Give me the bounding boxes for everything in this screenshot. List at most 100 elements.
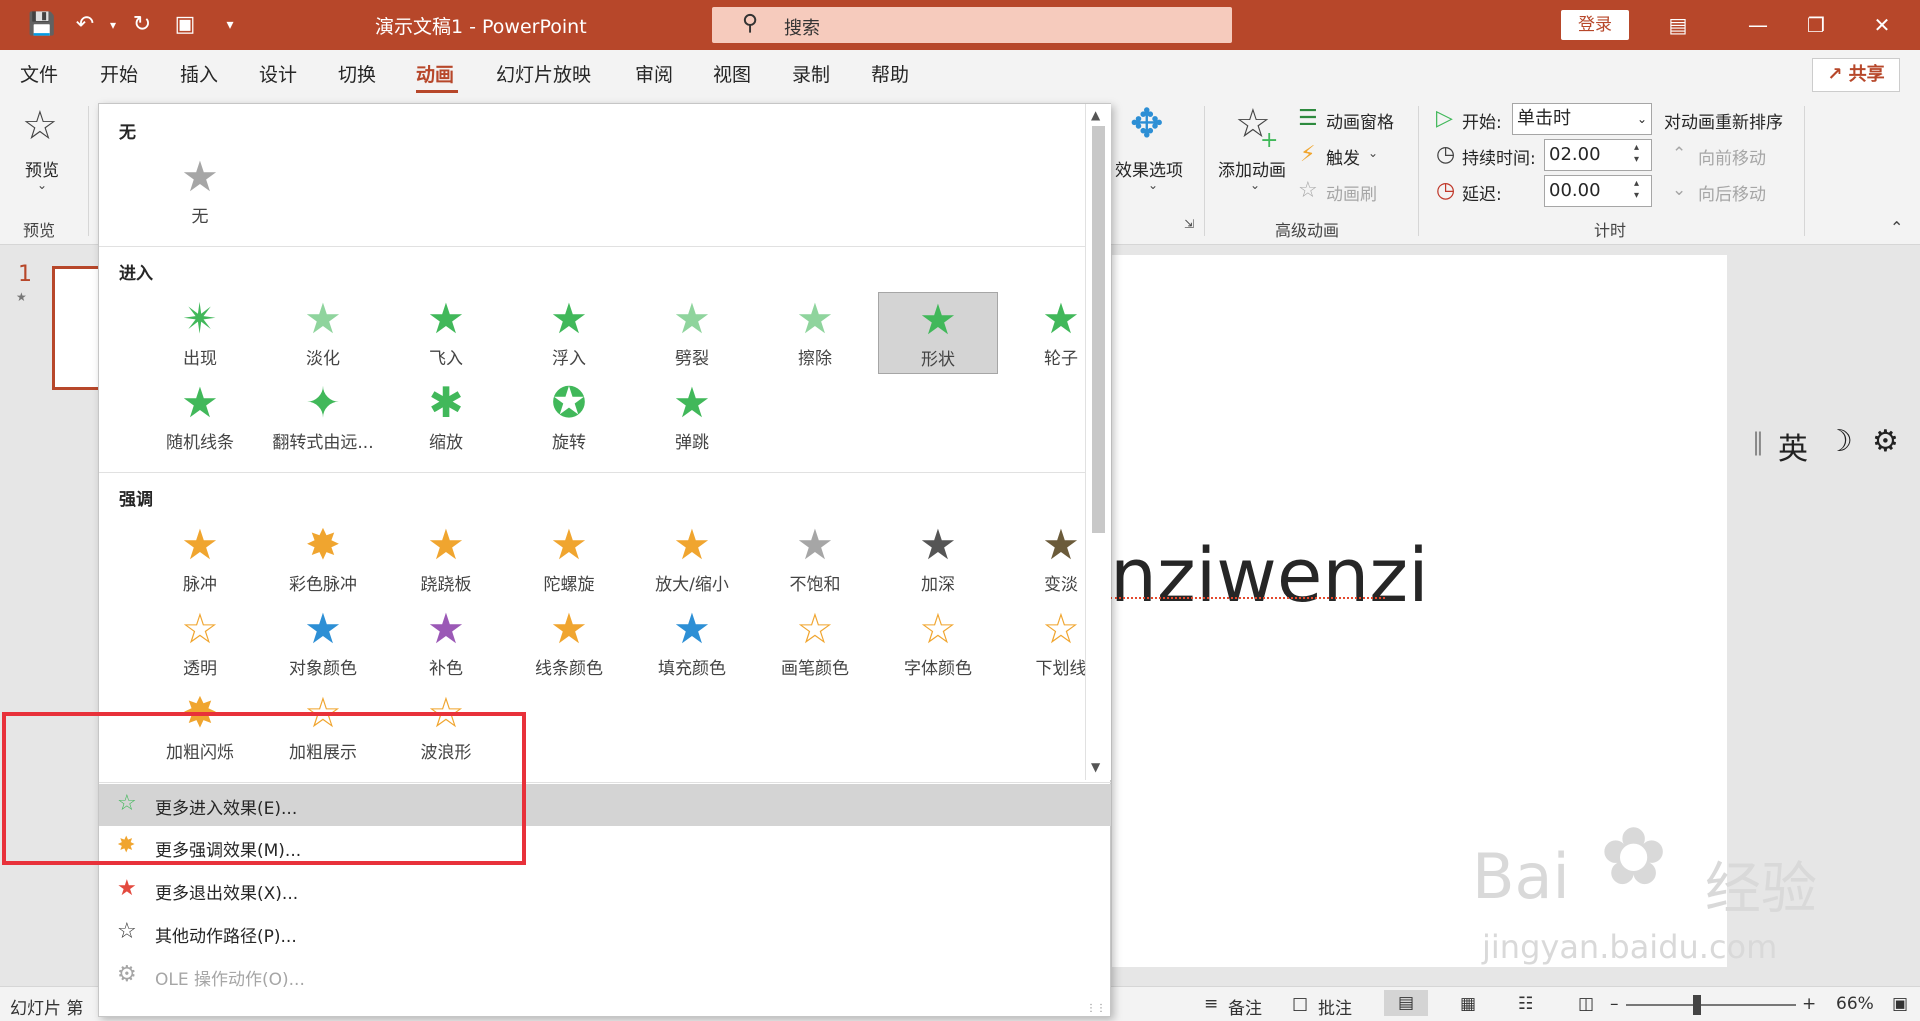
ime-handle[interactable]: ‖ [1752, 428, 1764, 456]
effect-options-icon[interactable]: ✥ [1130, 104, 1164, 144]
redo-icon[interactable]: ↻ [127, 10, 157, 40]
emphasis-effect-item[interactable]: ★ 线条颜色 [509, 602, 629, 684]
paw-icon: ✿ [1600, 810, 1668, 903]
entrance-effect-item[interactable]: ★ 形状 [878, 292, 998, 374]
entrance-effect-item[interactable]: ★ 飞入 [386, 292, 506, 374]
dialog-launcher-icon[interactable]: ⇲ [1184, 217, 1194, 231]
trigger-dropdown-icon[interactable]: ⌄ [1368, 146, 1378, 160]
entrance-effect-item[interactable]: ✪ 旋转 [509, 376, 629, 458]
effect-options-dropdown-icon[interactable]: ⌄ [1148, 178, 1158, 192]
ribbon-display-icon[interactable]: ▤ [1658, 8, 1698, 42]
tab-help[interactable]: 帮助 [871, 60, 909, 87]
effect-label: 补色 [429, 659, 463, 679]
sorter-view-icon[interactable]: ▦ [1460, 994, 1476, 1014]
emphasis-effect-item[interactable]: ☆ 字体颜色 [878, 602, 998, 684]
more-motion-paths[interactable]: ☆ 其他动作路径(P)... [99, 912, 1111, 954]
start-dropdown-icon[interactable]: ⌄ [1637, 104, 1647, 134]
fit-slide-icon[interactable]: ▣ [1892, 994, 1908, 1014]
emphasis-effect-item[interactable]: ★ 脉冲 [140, 518, 260, 600]
effect-none[interactable]: ★ 无 [140, 150, 260, 232]
duration-label: 持续时间: [1462, 149, 1536, 169]
star-icon: ★ [427, 520, 465, 569]
reading-view-icon[interactable]: ☷ [1518, 994, 1533, 1014]
more-exit-effects[interactable]: ★ 更多退出效果(X)... [99, 869, 1111, 911]
entrance-effect-item[interactable]: ★ 擦除 [755, 292, 875, 374]
emphasis-effect-item[interactable]: ★ 不饱和 [755, 518, 875, 600]
minimize-icon[interactable]: — [1738, 8, 1778, 42]
scroll-thumb[interactable] [1092, 126, 1105, 533]
star-icon: ✦ [305, 378, 341, 427]
emphasis-effect-item[interactable]: ★ 加深 [878, 518, 998, 600]
trigger-label[interactable]: 触发 [1326, 144, 1360, 169]
star-icon: ★ [919, 295, 957, 344]
entrance-effect-item[interactable]: ★ 淡化 [263, 292, 383, 374]
tab-insert[interactable]: 插入 [180, 60, 218, 87]
entrance-effect-item[interactable]: ★ 弹跳 [632, 376, 752, 458]
notes-icon[interactable]: ≡ [1204, 994, 1218, 1014]
search-box[interactable]: ⚲ 搜索 [712, 7, 1232, 43]
entrance-effect-item[interactable]: ✦ 翻转式由远... [263, 376, 383, 458]
entrance-effect-item[interactable]: ✱ 缩放 [386, 376, 506, 458]
emphasis-effect-item[interactable]: ☆ 透明 [140, 602, 260, 684]
duration-spin-icon[interactable]: ▴ ▾ [1634, 142, 1639, 166]
zoom-in-icon[interactable]: + [1802, 994, 1816, 1014]
start-select[interactable]: 单击时 ⌄ [1512, 103, 1652, 135]
tab-record[interactable]: 录制 [792, 60, 830, 87]
tab-slideshow[interactable]: 幻灯片放映 [496, 60, 591, 87]
emphasis-effect-item[interactable]: ☆ 画笔颜色 [755, 602, 875, 684]
preview-star-icon[interactable]: ☆ [22, 106, 58, 146]
undo-icon[interactable]: ↶ [70, 10, 100, 40]
zoom-slider-thumb[interactable] [1693, 995, 1701, 1015]
slideshow-view-icon[interactable]: ◫ [1578, 994, 1594, 1014]
emphasis-effect-item[interactable]: ★ 对象颜色 [263, 602, 383, 684]
gallery-scrollbar[interactable]: ▲ ▼ [1085, 104, 1111, 780]
trigger-icon[interactable]: ⚡ [1300, 144, 1315, 166]
present-icon[interactable]: ▣ [170, 10, 200, 40]
comments-button[interactable]: 批注 [1318, 994, 1352, 1019]
undo-dropdown-icon[interactable]: ▾ [98, 10, 128, 40]
entrance-effect-item[interactable]: ✴ 出现 [140, 292, 260, 374]
gear-icon[interactable]: ⚙ [1872, 424, 1899, 459]
entrance-effect-item[interactable]: ★ 随机线条 [140, 376, 260, 458]
emphasis-effect-item[interactable]: ★ 补色 [386, 602, 506, 684]
comments-icon[interactable]: □ [1292, 994, 1308, 1014]
notes-button[interactable]: 备注 [1228, 994, 1262, 1019]
tab-transitions[interactable]: 切换 [338, 60, 376, 87]
scroll-down-icon[interactable]: ▼ [1091, 760, 1100, 774]
slide-text[interactable]: nziwenzi [1110, 533, 1429, 619]
animation-pane-icon[interactable]: ☰ [1298, 108, 1318, 130]
tab-design[interactable]: 设计 [259, 60, 297, 87]
close-icon[interactable]: ✕ [1862, 8, 1902, 42]
tab-home[interactable]: 开始 [100, 60, 138, 87]
resize-grip-icon[interactable]: ⋮⋮ [1086, 1003, 1106, 1014]
emphasis-effect-item[interactable]: ★ 填充颜色 [632, 602, 752, 684]
share-button[interactable]: ↗ 共享 [1812, 58, 1900, 92]
emphasis-effect-item[interactable]: ★ 陀螺旋 [509, 518, 629, 600]
emphasis-effect-item[interactable]: ✸ 彩色脉冲 [263, 518, 383, 600]
normal-view-icon[interactable]: ▤ [1384, 990, 1428, 1016]
login-button[interactable]: 登录 [1561, 10, 1629, 40]
entrance-effect-item[interactable]: ★ 浮入 [509, 292, 629, 374]
emphasis-effect-item[interactable]: ★ 放大/缩小 [632, 518, 752, 600]
preview-dropdown-icon[interactable]: ⌄ [37, 178, 47, 192]
tab-file[interactable]: 文件 [20, 60, 58, 87]
add-animation-dropdown-icon[interactable]: ⌄ [1250, 178, 1260, 192]
tab-animations[interactable]: 动画 [416, 60, 454, 87]
zoom-level[interactable]: 66% [1836, 994, 1874, 1014]
tab-review[interactable]: 审阅 [635, 60, 673, 87]
zoom-slider[interactable] [1626, 1004, 1796, 1006]
collapse-ribbon-icon[interactable]: ⌃ [1890, 218, 1903, 237]
moon-icon[interactable]: ☽ [1826, 424, 1853, 459]
zoom-out-icon[interactable]: – [1610, 994, 1619, 1014]
ime-lang[interactable]: 英 [1778, 424, 1808, 468]
scroll-up-icon[interactable]: ▲ [1091, 108, 1100, 122]
animation-pane-label[interactable]: 动画窗格 [1326, 108, 1394, 133]
entrance-effect-item[interactable]: ★ 劈裂 [632, 292, 752, 374]
effect-label: 填充颜色 [658, 659, 726, 679]
save-icon[interactable]: 💾 [27, 10, 57, 40]
tab-view[interactable]: 视图 [713, 60, 751, 87]
delay-spin-icon[interactable]: ▴ ▾ [1634, 178, 1639, 202]
customize-qat-icon[interactable]: ▾ [215, 10, 245, 40]
restore-icon[interactable]: ❐ [1796, 8, 1836, 42]
emphasis-effect-item[interactable]: ★ 跷跷板 [386, 518, 506, 600]
